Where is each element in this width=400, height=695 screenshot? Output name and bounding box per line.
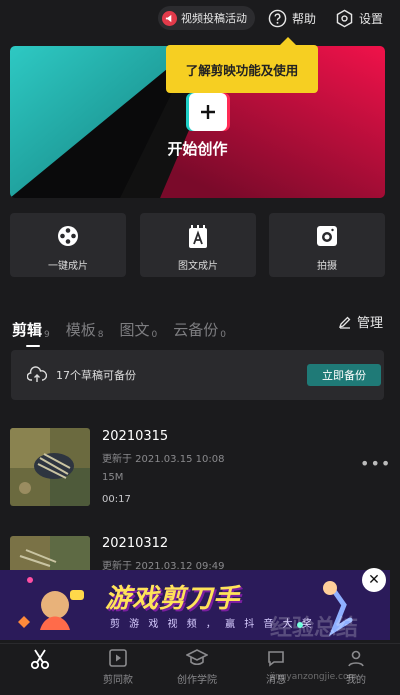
- nav-creator-academy[interactable]: 创作学院: [157, 648, 237, 686]
- draft-item[interactable]: 20210315 更新于 2021.03.15 10:08 15M 00:17 …: [0, 424, 400, 514]
- tab-count: 0: [151, 330, 158, 340]
- help-button[interactable]: 帮助: [268, 6, 316, 30]
- nav-templates[interactable]: 剪同款: [78, 648, 158, 686]
- manage-label: 管理: [357, 316, 384, 331]
- more-options-icon[interactable]: •••: [360, 454, 391, 473]
- draft-updated-time: 更新于 2021.03.12 09:49: [102, 561, 225, 570]
- draft-duration: 00:17: [102, 494, 131, 505]
- tab-label: 剪辑: [12, 321, 43, 339]
- tab-count: 9: [44, 330, 50, 340]
- plus-icon: [201, 105, 215, 119]
- camera-icon: [317, 226, 337, 246]
- nav-label: 创作学院: [177, 675, 217, 686]
- tab-label: 模板: [65, 321, 96, 339]
- settings-label: 设置: [359, 11, 384, 26]
- draft-tabs: 剪辑 9 模板 8 图文 0 云备份 0: [12, 312, 242, 347]
- draft-item[interactable]: 20210312 更新于 2021.03.12 09:49: [0, 528, 400, 570]
- megaphone-icon: [162, 10, 177, 26]
- tab-label: 图文: [119, 321, 150, 339]
- settings-button[interactable]: 设置: [335, 6, 383, 30]
- edit-pencil-icon: [338, 316, 351, 329]
- tab-count: 0: [220, 330, 226, 340]
- cloud-upload-icon: [27, 366, 47, 382]
- tab-edit[interactable]: 剪辑 9: [12, 319, 50, 347]
- campaign-label: 视频投稿活动: [181, 12, 247, 25]
- video-submission-campaign-button[interactable]: 视频投稿活动: [158, 6, 255, 30]
- film-reel-icon: [58, 226, 78, 246]
- backup-now-button[interactable]: 立即备份: [307, 364, 381, 386]
- help-label: 帮助: [292, 11, 317, 26]
- manage-button[interactable]: 管理: [338, 312, 383, 331]
- graduation-cap-icon: [186, 649, 208, 666]
- quick-action-label: 拍摄: [317, 261, 337, 272]
- watermark-text: 经验总结: [270, 616, 359, 641]
- quick-action-label: 图文成片: [178, 261, 218, 272]
- top-bar: 视频投稿活动 帮助 设置: [0, 6, 400, 32]
- close-banner-button[interactable]: ✕: [362, 568, 386, 592]
- text-to-video-icon: [189, 225, 207, 248]
- tab-count: 8: [97, 330, 104, 340]
- tab-label: 云备份: [173, 321, 219, 339]
- quick-action-label: 一键成片: [48, 261, 88, 272]
- nav-label: 剪同款: [103, 675, 133, 686]
- shoot-button[interactable]: 拍摄: [269, 213, 385, 277]
- nav-edit[interactable]: 剪辑: [0, 648, 80, 688]
- close-icon: ✕: [368, 572, 380, 588]
- gear-icon: [336, 9, 353, 27]
- tab-cloud-backup[interactable]: 云备份 0: [173, 319, 226, 340]
- tab-image-text[interactable]: 图文 0: [120, 319, 158, 340]
- backup-banner: 17个草稿可备份 立即备份: [11, 350, 384, 400]
- scissors-icon: [30, 649, 50, 670]
- tab-templates[interactable]: 模板 8: [66, 319, 104, 340]
- profile-icon: [348, 650, 364, 667]
- draft-updated-time: 更新于 2021.03.15 10:08: [102, 454, 225, 465]
- one-click-video-button[interactable]: 一键成片: [10, 213, 126, 277]
- draft-title: 20210315: [102, 429, 169, 444]
- template-icon: [109, 649, 127, 667]
- help-icon: [268, 9, 287, 27]
- create-plus-button[interactable]: [189, 93, 227, 131]
- capcut-home-screen: 视频投稿活动 帮助 设置 开始创作 了解剪映功能及使用 一键成片 图文成片 拍摄…: [0, 0, 400, 695]
- draft-size: 15M: [102, 472, 124, 483]
- feature-guide-tooltip[interactable]: 了解剪映功能及使用: [166, 37, 318, 93]
- draft-thumbnail: [10, 428, 90, 506]
- backup-count-text: 17个草稿可备份: [56, 369, 136, 382]
- watermark-url: jingyanzongjie.com: [270, 672, 358, 682]
- message-icon: [268, 651, 284, 667]
- bottom-navigation: 剪辑 剪同款 创作学院 消息 我的: [0, 643, 400, 695]
- text-to-video-button[interactable]: 图文成片: [140, 213, 256, 277]
- draft-thumbnail: [10, 536, 90, 570]
- draft-title: 20210312: [102, 536, 169, 551]
- start-creating-label: 开始创作: [167, 140, 228, 158]
- banner-title: 游戏剪刀手: [105, 584, 241, 614]
